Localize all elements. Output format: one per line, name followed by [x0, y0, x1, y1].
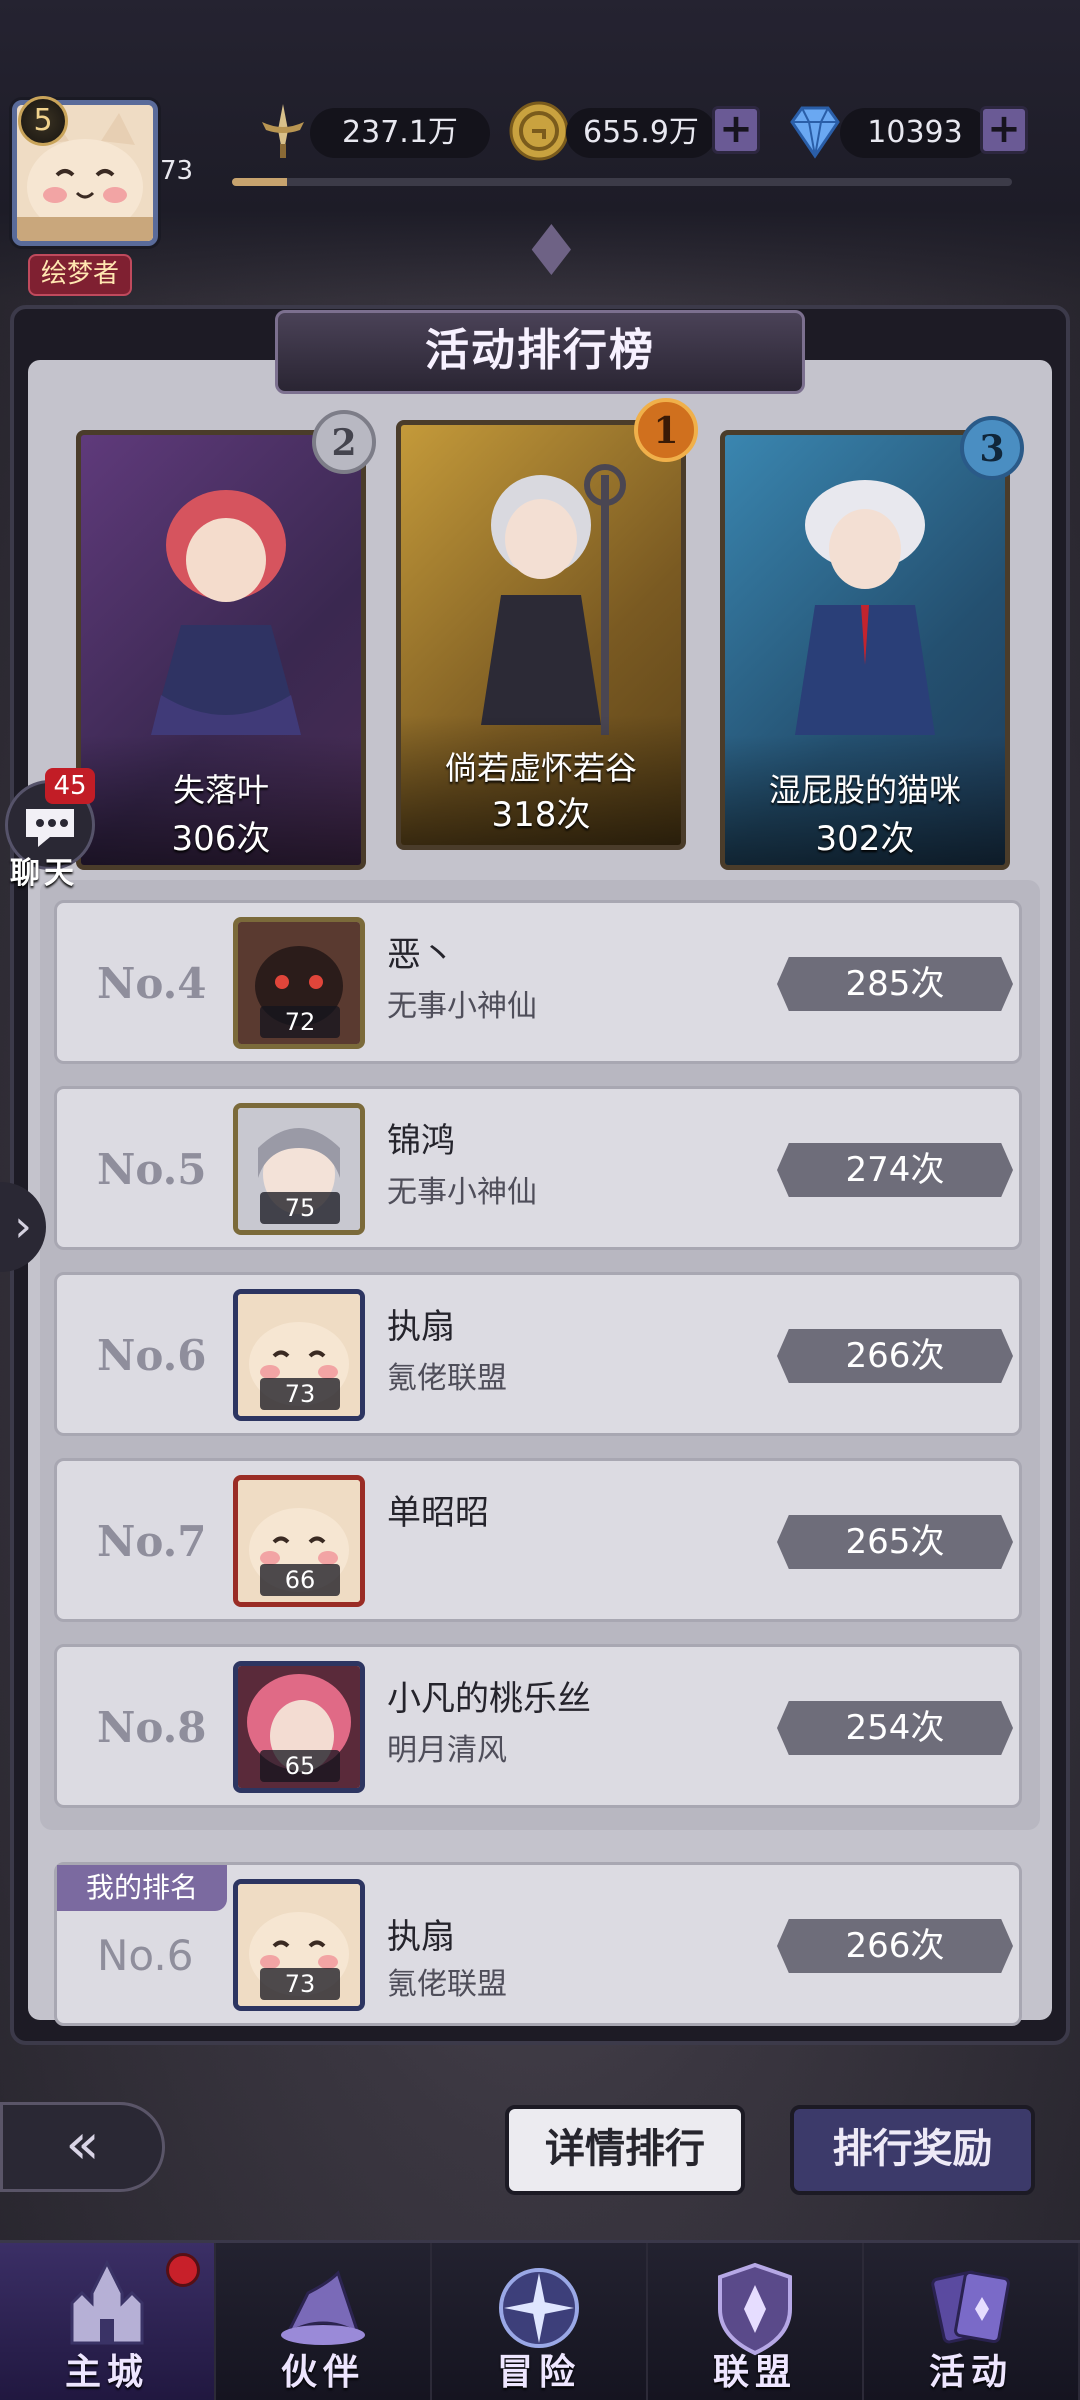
diamond-icon — [790, 106, 840, 159]
nav-adventure[interactable]: 冒险 — [432, 2243, 648, 2400]
row-avatar: 72 — [233, 917, 365, 1049]
chat-unread-badge: 45 — [45, 768, 95, 804]
row-rank: No.7 — [97, 1517, 207, 1566]
detail-ranking-button[interactable]: 详情排行 — [505, 2105, 745, 2195]
nav-label: 联盟 — [712, 2352, 797, 2393]
row-guild-name: 无事小神仙 — [387, 989, 537, 1024]
gold-value: 655.9万 — [566, 108, 716, 158]
panel-ornament-icon: ♦ — [520, 210, 583, 292]
podium-card-rank-1[interactable]: 倘若虚怀若谷 318次 — [396, 420, 686, 850]
panel-title: 活动排行榜 — [275, 310, 805, 394]
ranking-row[interactable]: No.6 73 执扇 氪佬联盟 266次 — [54, 1272, 1022, 1436]
bottom-navigation: 主城 伙伴 冒险 联盟 活动 — [0, 2240, 1080, 2400]
podium-count-3: 302次 — [815, 819, 915, 859]
ranking-row[interactable]: No.8 65 小凡的桃乐丝 明月清风 254次 — [54, 1644, 1022, 1808]
row-count: 285次 — [777, 957, 1013, 1011]
row-avatar: 66 — [233, 1475, 365, 1607]
nav-label: 主城 — [64, 2352, 149, 2393]
add-gold-button[interactable]: + — [712, 106, 760, 154]
row-avatar: 65 — [233, 1661, 365, 1793]
row-guild-name: 无事小神仙 — [387, 1175, 537, 1210]
xp-progress-fill — [232, 178, 287, 186]
my-rank-row[interactable]: 我的排名 No.6 73 执扇 氪佬联盟 266次 — [54, 1862, 1022, 2026]
row-guild-name: 明月清风 — [387, 1733, 507, 1768]
rank-1-medal-icon: 1 — [634, 398, 698, 462]
row-avatar: 73 — [233, 1289, 365, 1421]
ranking-row[interactable]: No.7 66 单昭昭 265次 — [54, 1458, 1022, 1622]
row-rank: No.4 — [97, 959, 207, 1008]
character-portrait-icon — [795, 480, 935, 735]
player-title-tag: 绘梦者 — [28, 254, 132, 296]
avatar-level: 73 — [260, 1968, 340, 2000]
back-button[interactable]: « — [0, 2102, 165, 2192]
row-avatar: 75 — [233, 1103, 365, 1235]
xp-progress-bar — [232, 178, 1012, 186]
row-count: 266次 — [777, 1329, 1013, 1383]
row-count: 254次 — [777, 1701, 1013, 1755]
nav-partners[interactable]: 伙伴 — [216, 2243, 432, 2400]
podium-card-rank-3[interactable]: 湿屁股的猫咪 302次 — [720, 430, 1010, 870]
podium-count-1: 318次 — [491, 795, 591, 835]
podium-card-rank-2[interactable]: 失落叶 306次 — [76, 430, 366, 870]
row-rank: No.8 — [97, 1703, 207, 1752]
avatar-level: 72 — [260, 1006, 340, 1038]
my-rank-tag: 我的排名 — [57, 1865, 227, 1911]
avatar-level: 66 — [260, 1564, 340, 1596]
player-level-badge: 5 — [18, 96, 68, 146]
nav-events[interactable]: 活动 — [864, 2243, 1080, 2400]
gold-coin-icon — [509, 101, 569, 161]
my-rank-number: No.6 — [97, 1931, 194, 1980]
row-count: 274次 — [777, 1143, 1013, 1197]
my-guild-name: 氪佬联盟 — [387, 1967, 507, 2002]
ranking-row[interactable]: No.4 72 恶丶 无事小神仙 285次 — [54, 900, 1022, 1064]
podium-name-3: 湿屁股的猫咪 — [768, 771, 961, 809]
ranking-row[interactable]: No.5 75 锦鸿 无事小神仙 274次 — [54, 1086, 1022, 1250]
nav-notification-dot — [166, 2253, 200, 2287]
my-avatar: 73 — [233, 1879, 365, 2011]
podium-count-2: 306次 — [171, 819, 271, 859]
row-rank: No.5 — [97, 1145, 207, 1194]
avatar-level: 75 — [260, 1192, 340, 1224]
row-player-name: 执扇 — [387, 1307, 455, 1347]
podium-name-1: 倘若虚怀若谷 — [444, 749, 637, 787]
row-rank: No.6 — [97, 1331, 207, 1380]
row-player-name: 小凡的桃乐丝 — [387, 1679, 591, 1719]
rank-3-medal-icon: 3 — [960, 416, 1024, 480]
row-guild-name: 氪佬联盟 — [387, 1361, 507, 1396]
sword-power-icon — [262, 104, 304, 158]
nav-label: 冒险 — [496, 2352, 581, 2393]
avatar-level-text: 73 — [160, 156, 194, 186]
power-value: 237.1万 — [310, 108, 490, 158]
rank-2-medal-icon: 2 — [312, 410, 376, 474]
my-count: 266次 — [777, 1919, 1013, 1973]
row-player-name: 恶丶 — [387, 935, 455, 975]
ranking-reward-button[interactable]: 排行奖励 — [790, 2105, 1035, 2195]
nav-label: 伙伴 — [280, 2352, 365, 2393]
nav-label: 活动 — [928, 2352, 1013, 2393]
avatar-level: 65 — [260, 1750, 340, 1782]
nav-main-city[interactable]: 主城 — [0, 2243, 216, 2400]
my-player-name: 执扇 — [387, 1917, 455, 1957]
nav-alliance[interactable]: 联盟 — [648, 2243, 864, 2400]
back-arrow-icon: « — [65, 2112, 100, 2177]
chat-label: 聊天 — [10, 856, 78, 891]
avatar-level: 73 — [260, 1378, 340, 1410]
row-player-name: 锦鸿 — [387, 1121, 455, 1161]
character-portrait-icon — [481, 464, 626, 735]
row-count: 265次 — [777, 1515, 1013, 1569]
diamond-value: 10393 — [840, 108, 990, 158]
add-diamond-button[interactable]: + — [980, 106, 1028, 154]
row-player-name: 单昭昭 — [387, 1493, 489, 1533]
character-portrait-icon — [151, 490, 301, 735]
podium-name-2: 失落叶 — [172, 771, 269, 809]
